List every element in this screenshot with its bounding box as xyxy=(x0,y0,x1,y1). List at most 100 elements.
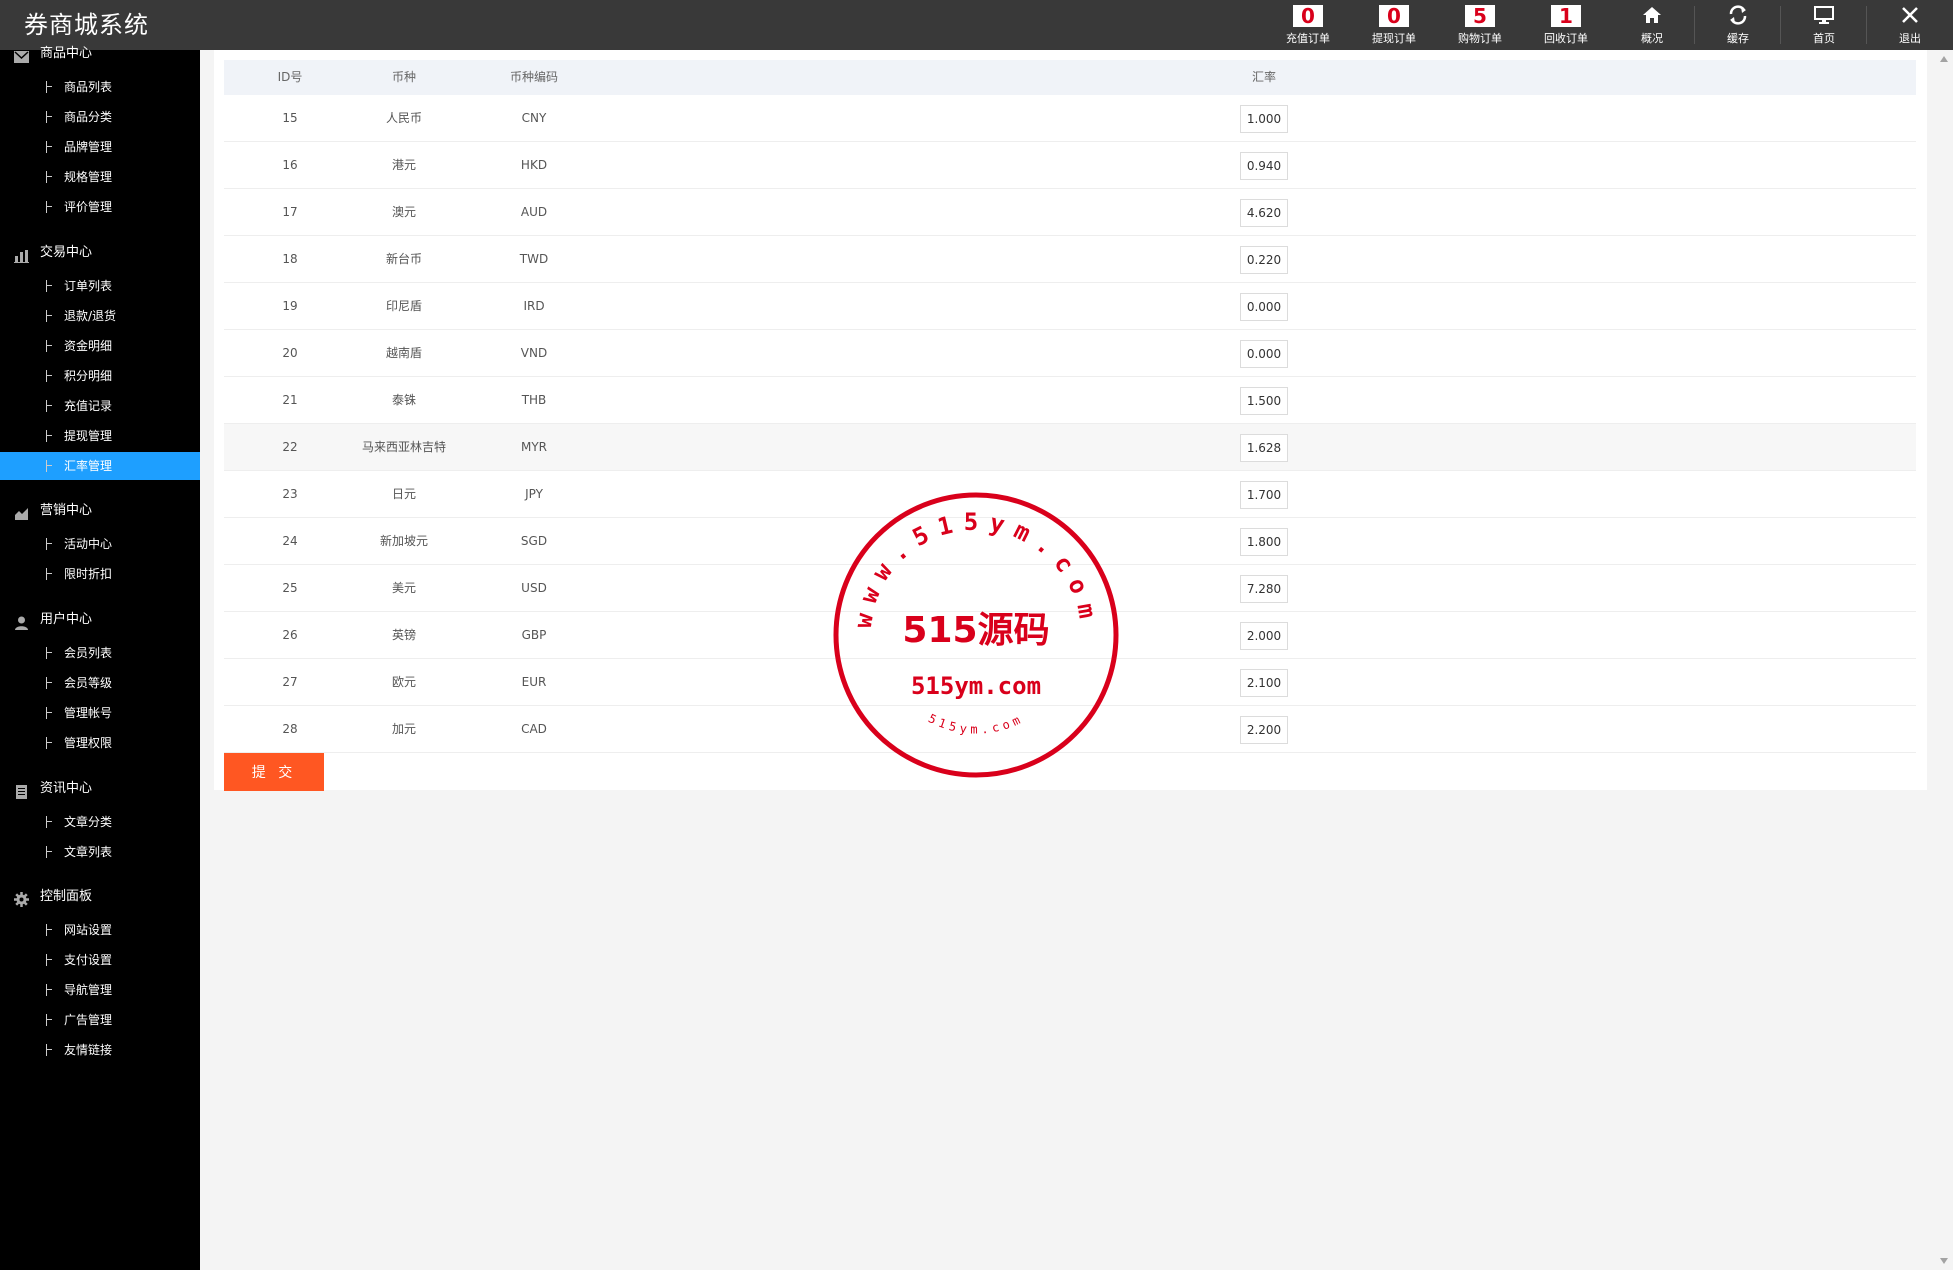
sidebar-item[interactable]: 友情链接 xyxy=(0,1036,200,1064)
rate-input[interactable] xyxy=(1240,481,1288,509)
cell-currency: 人民币 xyxy=(385,111,422,125)
topnav-monitor[interactable]: 首页 xyxy=(1781,0,1867,50)
topnav-label: 退出 xyxy=(1899,32,1921,45)
rate-input[interactable] xyxy=(1240,669,1288,697)
bar-chart-icon xyxy=(14,246,29,263)
topnav-order-1[interactable]: 0 提现订单 xyxy=(1351,0,1437,50)
cell-currency-code: AUD xyxy=(520,205,548,219)
submit-button[interactable]: 提 交 xyxy=(224,753,324,791)
sidebar-item[interactable]: 会员等级 xyxy=(0,669,200,697)
sidebar-item[interactable]: 活动中心 xyxy=(0,530,200,558)
sidebar-group-label: 控制面板 xyxy=(40,889,93,904)
sidebar-item[interactable]: 品牌管理 xyxy=(0,133,200,161)
rate-input[interactable] xyxy=(1240,152,1288,180)
cell-currency: 欧元 xyxy=(391,675,416,689)
topnav-label: 首页 xyxy=(1813,32,1835,45)
rate-input[interactable] xyxy=(1240,293,1288,321)
cell-currency-code: GBP xyxy=(521,628,547,642)
topnav-order-3[interactable]: 1 回收订单 xyxy=(1523,0,1609,50)
tree-branch-icon xyxy=(46,280,53,292)
sidebar-item[interactable]: 商品分类 xyxy=(0,103,200,131)
cell-currency-code: CAD xyxy=(521,722,547,736)
sidebar-group-title[interactable]: 用户中心 xyxy=(0,606,200,634)
sidebar-item[interactable]: 广告管理 xyxy=(0,1006,200,1034)
sidebar-item-label: 商品分类 xyxy=(64,110,113,124)
sidebar-item[interactable]: 导航管理 xyxy=(0,976,200,1004)
tree-branch-icon xyxy=(46,846,53,858)
rate-input[interactable] xyxy=(1240,246,1288,274)
sidebar-item[interactable]: 文章列表 xyxy=(0,838,200,866)
sidebar-item[interactable]: 积分明细 xyxy=(0,362,200,390)
sidebar-item[interactable]: 管理权限 xyxy=(0,729,200,757)
topnav-label: 回收订单 xyxy=(1544,32,1588,45)
tree-branch-icon xyxy=(46,111,53,123)
sidebar-group-title[interactable]: 商品中心 xyxy=(0,40,200,68)
sidebar-group-title[interactable]: 控制面板 xyxy=(0,883,200,911)
tree-branch-icon xyxy=(46,677,53,689)
rate-input[interactable] xyxy=(1240,716,1288,744)
cell-currency-code: MYR xyxy=(520,440,548,454)
sidebar-item-label: 管理权限 xyxy=(64,736,113,750)
cell-id: 24 xyxy=(282,534,298,548)
cell-id: 26 xyxy=(282,628,298,642)
sidebar-item[interactable]: 商品列表 xyxy=(0,73,200,101)
rate-input[interactable] xyxy=(1240,575,1288,603)
sidebar-item-label: 支付设置 xyxy=(64,953,113,967)
topnav-refresh[interactable]: 缓存 xyxy=(1695,0,1781,50)
tree-branch-icon xyxy=(46,430,53,442)
table-row: 26 英镑 GBP xyxy=(224,612,1916,659)
cell-currency: 加元 xyxy=(391,722,416,736)
sidebar-group-title[interactable]: 交易中心 xyxy=(0,239,200,267)
rate-input[interactable] xyxy=(1240,528,1288,556)
sidebar-item[interactable]: 汇率管理 xyxy=(0,452,200,480)
sidebar-item-label: 网站设置 xyxy=(64,923,113,937)
rate-input[interactable] xyxy=(1240,199,1288,227)
count-badge: 1 xyxy=(1551,5,1581,27)
sidebar-item-label: 品牌管理 xyxy=(64,140,113,154)
sidebar-item-label: 退款/退货 xyxy=(64,309,117,323)
sidebar-group-label: 商品中心 xyxy=(40,46,93,61)
scroll-down-arrow[interactable] xyxy=(1940,1258,1948,1264)
sidebar-item[interactable]: 支付设置 xyxy=(0,946,200,974)
cell-currency: 新台币 xyxy=(385,252,422,266)
sidebar-group-title[interactable]: 营销中心 xyxy=(0,497,200,525)
sidebar-item[interactable]: 会员列表 xyxy=(0,639,200,667)
topnav-home[interactable]: 概况 xyxy=(1609,0,1695,50)
sidebar-item-label: 活动中心 xyxy=(64,537,113,551)
topnav-close[interactable]: 退出 xyxy=(1867,0,1953,50)
topnav-order-2[interactable]: 5 购物订单 xyxy=(1437,0,1523,50)
scroll-up-arrow[interactable] xyxy=(1940,56,1948,62)
sidebar-item[interactable]: 限时折扣 xyxy=(0,560,200,588)
rate-input[interactable] xyxy=(1240,434,1288,462)
rate-input[interactable] xyxy=(1240,105,1288,133)
cell-id: 19 xyxy=(282,299,298,313)
scrollbar[interactable] xyxy=(1936,50,1953,1270)
table-row: 19 印尼盾 IRD xyxy=(224,283,1916,330)
cell-currency: 日元 xyxy=(391,487,416,501)
cell-id: 28 xyxy=(282,722,298,736)
sidebar-item[interactable]: 文章分类 xyxy=(0,808,200,836)
cell-currency-code: THB xyxy=(521,393,547,407)
sidebar-group-title[interactable]: 资讯中心 xyxy=(0,775,200,803)
sidebar-item[interactable]: 退款/退货 xyxy=(0,302,200,330)
rate-input[interactable] xyxy=(1240,340,1288,368)
sidebar-item[interactable]: 订单列表 xyxy=(0,272,200,300)
sidebar-item[interactable]: 提现管理 xyxy=(0,422,200,450)
cell-currency: 泰铢 xyxy=(391,393,416,407)
sidebar-item[interactable]: 评价管理 xyxy=(0,193,200,221)
monitor-icon xyxy=(1781,4,1867,28)
rate-input[interactable] xyxy=(1240,387,1288,415)
sidebar: 商品中心商品列表商品分类品牌管理规格管理 评价管理交易中心订单列表退款/退货资金明… xyxy=(0,46,200,1270)
sidebar-item[interactable]: 规格管理 xyxy=(0,163,200,191)
close-icon xyxy=(1867,4,1953,28)
sidebar-group-label: 用户中心 xyxy=(40,612,93,627)
sidebar-item[interactable]: 管理帐号 xyxy=(0,699,200,727)
topnav-order-0[interactable]: 0 充值订单 xyxy=(1265,0,1351,50)
sidebar-item[interactable]: 资金明细 xyxy=(0,332,200,360)
cell-currency: 美元 xyxy=(391,581,416,595)
rate-input[interactable] xyxy=(1240,622,1288,650)
sidebar-item-label: 积分明细 xyxy=(64,369,113,383)
cell-id: 27 xyxy=(282,675,298,689)
sidebar-item[interactable]: 网站设置 xyxy=(0,916,200,944)
sidebar-item[interactable]: 充值记录 xyxy=(0,392,200,420)
